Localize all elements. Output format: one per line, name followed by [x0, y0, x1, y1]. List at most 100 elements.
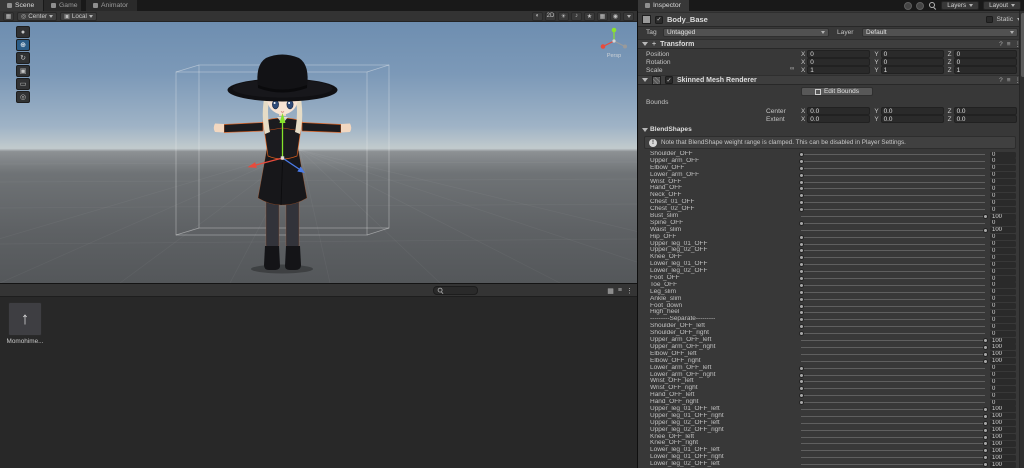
- position-z-field[interactable]: 0: [953, 50, 1017, 58]
- blendshape-value-field[interactable]: 0: [990, 330, 1016, 337]
- blendshape-slider[interactable]: [801, 227, 988, 234]
- blendshape-slider[interactable]: [801, 434, 988, 441]
- extent-z-field[interactable]: 0.0: [953, 115, 1017, 123]
- blendshape-value-field[interactable]: 100: [990, 427, 1016, 434]
- scale-z-field[interactable]: 1: [953, 66, 1017, 74]
- presets-icon[interactable]: ≡: [1007, 77, 1011, 84]
- blendshape-slider[interactable]: [801, 420, 988, 427]
- tag-dropdown[interactable]: Untagged: [663, 28, 829, 37]
- blendshape-slider-thumb[interactable]: [982, 351, 988, 357]
- blendshape-value-field[interactable]: 0: [990, 206, 1016, 213]
- x-axis-handle[interactable]: [600, 44, 606, 49]
- blendshape-slider[interactable]: [801, 213, 988, 220]
- blendshape-value-field[interactable]: 100: [990, 358, 1016, 365]
- blendshape-value-field[interactable]: 100: [990, 434, 1016, 441]
- blendshape-value-field[interactable]: 100: [990, 344, 1016, 351]
- pivot-mode-dropdown[interactable]: ◎ Center: [17, 11, 58, 21]
- blendshape-slider-thumb[interactable]: [982, 441, 988, 447]
- blendshape-slider[interactable]: [798, 158, 985, 165]
- blendshape-value-field[interactable]: 0: [990, 254, 1016, 261]
- scene-viewport[interactable]: [0, 22, 637, 283]
- blendshape-slider-thumb[interactable]: [798, 282, 804, 288]
- blendshape-value-field[interactable]: 100: [990, 461, 1016, 468]
- blendshape-value-field[interactable]: 0: [990, 399, 1016, 406]
- blendshape-slider-thumb[interactable]: [982, 413, 988, 419]
- blendshape-value-field[interactable]: 0: [990, 268, 1016, 275]
- blendshape-value-field[interactable]: 0: [990, 316, 1016, 323]
- account-icon[interactable]: [904, 1, 913, 10]
- 2d-toggle[interactable]: 2D: [545, 11, 556, 21]
- scale-tool-icon[interactable]: ▣: [16, 65, 30, 77]
- blendshape-value-field[interactable]: 0: [990, 179, 1016, 186]
- blendshape-slider[interactable]: [798, 172, 985, 179]
- layout-dropdown[interactable]: Layout: [983, 1, 1021, 10]
- asset-label[interactable]: Momohime...: [0, 338, 50, 345]
- rotation-y-field[interactable]: 0: [880, 58, 944, 66]
- search-icon[interactable]: [928, 1, 937, 10]
- foldout-icon[interactable]: [642, 78, 648, 82]
- blendshape-slider-thumb[interactable]: [798, 386, 804, 392]
- y-axis-handle[interactable]: [611, 27, 617, 33]
- position-y-field[interactable]: 0: [880, 50, 944, 58]
- lighting-toggle-icon[interactable]: ☀: [558, 11, 569, 21]
- camera-projection-label[interactable]: Persp: [607, 53, 621, 59]
- scale-x-field[interactable]: 1: [807, 66, 871, 74]
- inspector-scrollbar[interactable]: [1019, 11, 1024, 468]
- blendshape-slider-thumb[interactable]: [798, 220, 804, 226]
- blendshape-slider-thumb[interactable]: [798, 296, 804, 302]
- tab-scene[interactable]: Scene: [0, 0, 44, 11]
- blendshape-slider[interactable]: [798, 378, 985, 385]
- blendshape-slider[interactable]: [801, 454, 988, 461]
- rotation-z-field[interactable]: 0: [953, 58, 1017, 66]
- cloud-icon[interactable]: [916, 1, 925, 10]
- scale-y-field[interactable]: 1: [880, 66, 944, 74]
- blendshape-slider-thumb[interactable]: [982, 420, 988, 426]
- blendshape-slider[interactable]: [798, 247, 985, 254]
- tab-animator[interactable]: Animator: [86, 0, 138, 11]
- blendshape-slider[interactable]: [798, 254, 985, 261]
- extent-y-field[interactable]: 0.0: [880, 115, 944, 123]
- transform-tool-icon[interactable]: ◎: [16, 91, 30, 103]
- constrain-proportions-icon[interactable]: ∞: [790, 66, 794, 72]
- renderer-enabled-checkbox[interactable]: ✓: [665, 76, 673, 84]
- blendshape-slider-thumb[interactable]: [982, 434, 988, 440]
- rotate-tool-icon[interactable]: ↻: [16, 52, 30, 64]
- blendshape-value-field[interactable]: 100: [990, 406, 1016, 413]
- orientation-mode-dropdown[interactable]: ▣ Local: [60, 11, 97, 21]
- presets-icon[interactable]: ≡: [1007, 41, 1011, 48]
- blendshape-slider[interactable]: [798, 316, 985, 323]
- gameobject-active-checkbox[interactable]: ✓: [655, 15, 663, 24]
- blendshape-value-field[interactable]: 0: [990, 151, 1016, 158]
- blendshape-slider-thumb[interactable]: [798, 400, 804, 406]
- blendshape-slider-thumb[interactable]: [798, 152, 804, 157]
- blendshape-value-field[interactable]: 0: [990, 385, 1016, 392]
- blendshape-slider-thumb[interactable]: [798, 331, 804, 337]
- blendshape-value-field[interactable]: 0: [990, 158, 1016, 165]
- gameobject-name[interactable]: Body_Base: [667, 15, 708, 24]
- blendshape-value-field[interactable]: 100: [990, 213, 1016, 220]
- move-tool-icon[interactable]: ⊕: [16, 39, 30, 51]
- view-tool-icon[interactable]: ●: [16, 26, 30, 38]
- blendshape-slider[interactable]: [798, 303, 985, 310]
- project-search-input[interactable]: [433, 286, 478, 295]
- draw-mode-icon[interactable]: ◐: [532, 11, 543, 21]
- blendshape-value-field[interactable]: 0: [990, 234, 1016, 241]
- blendshape-slider-thumb[interactable]: [798, 165, 804, 171]
- blendshape-slider-thumb[interactable]: [798, 372, 804, 378]
- blendshape-value-field[interactable]: 0: [990, 192, 1016, 199]
- blendshape-slider[interactable]: [801, 406, 988, 413]
- blendshape-slider-thumb[interactable]: [798, 393, 804, 399]
- blendshape-slider-thumb[interactable]: [982, 358, 988, 364]
- blendshape-value-field[interactable]: 0: [990, 372, 1016, 378]
- blendshape-value-field[interactable]: 100: [990, 227, 1016, 234]
- blendshape-slider-thumb[interactable]: [798, 310, 804, 316]
- blendshape-slider-thumb[interactable]: [798, 324, 804, 330]
- blendshape-slider-thumb[interactable]: [798, 379, 804, 385]
- blendshape-slider-thumb[interactable]: [798, 269, 804, 275]
- blendshape-slider[interactable]: [801, 413, 988, 420]
- foldout-icon[interactable]: [642, 42, 648, 46]
- blendshape-slider[interactable]: [801, 427, 988, 434]
- blendshape-value-field[interactable]: 100: [990, 440, 1016, 447]
- z-axis-handle[interactable]: [623, 44, 627, 49]
- layers-dropdown[interactable]: Layers: [941, 1, 980, 10]
